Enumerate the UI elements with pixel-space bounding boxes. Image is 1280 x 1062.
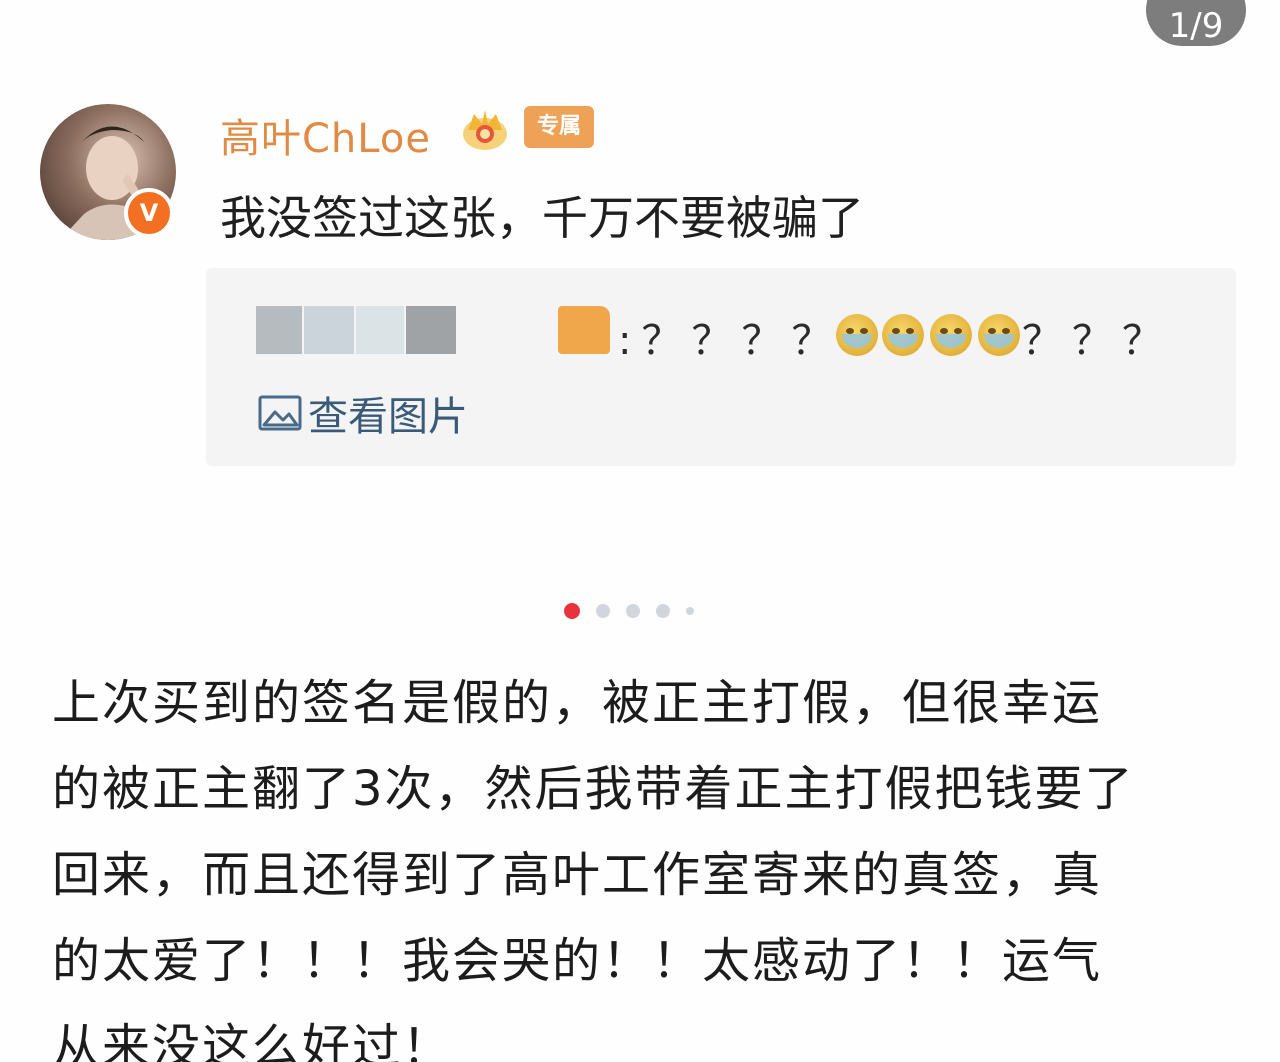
post-screenshot: 1/9 V 高叶ChLoe 专属 我没签过这张，千万不要被骗了 :？？？？ ？？… xyxy=(0,0,1280,1062)
username[interactable]: 高叶ChLoe xyxy=(220,106,431,164)
blurred-username-block xyxy=(256,306,302,354)
crown-icon xyxy=(463,110,507,150)
caption-line: 的太爱了！！！我会哭的！！太感动了！！运气 xyxy=(52,933,1103,989)
caption-line: 的被正主翻了3次，然后我带着正主打假把钱要了 xyxy=(52,761,1135,817)
carousel-dot[interactable] xyxy=(626,604,640,618)
blurred-username-block xyxy=(304,306,354,354)
carousel-dot-active[interactable] xyxy=(564,603,580,619)
blurred-username-block xyxy=(406,306,456,354)
caption-line: 从来没这么好过！ xyxy=(52,1019,453,1062)
quote-text: :？？？？ xyxy=(618,318,842,364)
carousel-dot[interactable] xyxy=(686,607,694,615)
caption-text: 上次买到的签名是假的，被正主打假，但很幸运 的被正主翻了3次，然后我带着正主打假… xyxy=(52,660,1232,1062)
crying-emoji-icon xyxy=(930,314,972,356)
crying-emoji-icon xyxy=(836,314,878,356)
view-picture-link[interactable]: 查看图片 xyxy=(258,384,468,442)
quote-text-trailing: ？？？ xyxy=(1022,318,1172,364)
caption-line: 回来，而且还得到了高叶工作室寄来的真签，真 xyxy=(52,847,1103,903)
post-text: 我没签过这张，千万不要被骗了 xyxy=(220,191,864,245)
image-counter: 1/9 xyxy=(1146,0,1246,46)
exclusive-badge: 专属 xyxy=(524,106,594,148)
verified-icon: V xyxy=(124,188,174,238)
crying-emoji-icon xyxy=(978,314,1020,356)
carousel-dot[interactable] xyxy=(596,604,610,618)
carousel-dots[interactable] xyxy=(564,603,710,619)
blurred-username-block xyxy=(356,306,404,354)
carousel-dot[interactable] xyxy=(656,604,670,618)
caption-line: 上次买到的签名是假的，被正主打假，但很幸运 xyxy=(52,675,1103,731)
blurred-username-block xyxy=(558,306,610,354)
crying-emoji-icon xyxy=(882,314,924,356)
view-picture-label: 查看图片 xyxy=(308,394,468,440)
picture-icon xyxy=(258,395,302,431)
